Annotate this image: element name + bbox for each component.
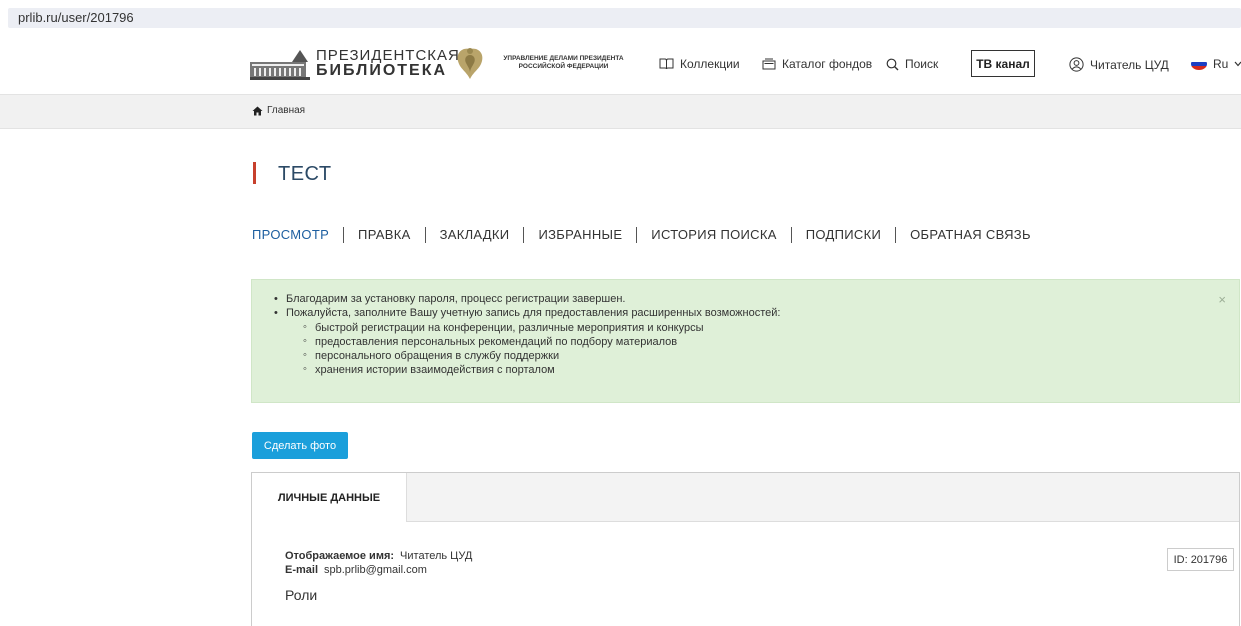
display-name-label: Отображаемое имя: <box>285 550 395 562</box>
site-header: ПРЕЗИДЕНТСКАЯ БИБЛИОТЕКА УПРАВЛЕНИЕ ДЕЛА… <box>0 34 1241 94</box>
email-label: E-mail <box>285 564 319 576</box>
logo-title-line2: БИБЛИОТЕКА <box>316 62 448 79</box>
tab-personal-data[interactable]: ЛИЧНЫЕ ДАННЫЕ <box>252 473 407 522</box>
personal-data-panel: ЛИЧНЫЕ ДАННЫЕ Отображаемое имя: Читатель … <box>251 472 1240 626</box>
tab-subscriptions[interactable]: ПОДПИСКИ <box>790 227 895 243</box>
tab-edit[interactable]: ПРАВКА <box>343 227 425 243</box>
flag-icon <box>1191 58 1207 70</box>
nav-search-label: Поиск <box>905 57 939 71</box>
display-name-value: Читатель ЦУД <box>400 550 473 562</box>
breadcrumb: Главная <box>0 94 1241 129</box>
take-photo-button[interactable]: Сделать фото <box>252 432 348 459</box>
nav-catalog-label: Каталог фондов <box>782 57 873 71</box>
url-field[interactable]: prlib.ru/user/201796 <box>8 8 1241 28</box>
home-icon <box>252 106 263 115</box>
tv-channel-button[interactable]: ТВ канал <box>971 50 1035 77</box>
tab-search-history[interactable]: ИСТОРИЯ ПОИСКА <box>636 227 790 243</box>
user-name: Читатель ЦУД <box>1090 57 1169 72</box>
email-value: spb.prlib@gmail.com <box>324 564 427 576</box>
catalog-icon <box>762 58 776 70</box>
russia-emblem-icon <box>457 48 483 79</box>
title-accent-bar <box>253 162 256 184</box>
alert-item: Пожалуйста, заполните Вашу учетную запис… <box>274 306 780 321</box>
nav-collections[interactable]: Коллекции <box>659 57 740 71</box>
alert-item: Благодарим за установку пароля, процесс … <box>274 292 780 307</box>
roles-heading: Роли <box>285 587 318 603</box>
alert-subitem: быстрой регистрации на конференции, разл… <box>286 320 780 335</box>
breadcrumb-home[interactable]: Главная <box>252 105 305 116</box>
alert-subitem: предоставления персональных рекомендаций… <box>286 334 780 349</box>
presidential-administration-text: УПРАВЛЕНИЕ ДЕЛАМИ ПРЕЗИДЕНТА РОССИЙСКОЙ … <box>496 55 631 71</box>
profile-tabs: ПРОСМОТР ПРАВКА ЗАКЛАДКИ ИЗБРАННЫЕ ИСТОР… <box>252 227 1045 243</box>
search-icon <box>886 58 899 70</box>
tab-feedback[interactable]: ОБРАТНАЯ СВЯЗЬ <box>895 227 1045 243</box>
tab-bookmarks[interactable]: ЗАКЛАДКИ <box>424 227 524 243</box>
close-icon[interactable]: × <box>1218 292 1226 307</box>
user-menu[interactable]: Читатель ЦУД <box>1069 57 1169 72</box>
url-text: prlib.ru/user/201796 <box>18 10 134 25</box>
tab-view[interactable]: ПРОСМОТР <box>252 227 343 243</box>
admin-line2: РОССИЙСКОЙ ФЕДЕРАЦИИ <box>518 63 609 70</box>
nav-catalog[interactable]: Каталог фондов <box>762 57 872 71</box>
admin-line1: УПРАВЛЕНИЕ ДЕЛАМИ ПРЕЗИДЕНТА <box>503 55 624 62</box>
email-row: E-mail spb.prlib@gmail.com <box>285 564 427 576</box>
language-label: Ru <box>1213 57 1229 71</box>
breadcrumb-home-label: Главная <box>267 105 306 116</box>
tab-favorites[interactable]: ИЗБРАННЫЕ <box>523 227 636 243</box>
browser-address-bar[interactable]: prlib.ru/user/201796 <box>0 0 1241 34</box>
display-name-row: Отображаемое имя: Читатель ЦУД <box>285 550 472 562</box>
alert-subitem: хранения истории взаимодействия с портал… <box>286 362 780 377</box>
page-title: ТЕСТ <box>278 163 332 185</box>
user-icon <box>1069 57 1084 72</box>
chevron-down-icon <box>1234 61 1241 67</box>
success-alert: Благодарим за установку пароля, процесс … <box>251 279 1240 403</box>
nav-collections-label: Коллекции <box>680 57 740 71</box>
nav-search[interactable]: Поиск <box>886 57 938 71</box>
book-icon <box>659 58 674 70</box>
library-building-logo[interactable] <box>250 48 310 80</box>
alert-subitem: персонального обращения в службу поддерж… <box>286 348 780 363</box>
user-id-badge: ID: 201796 <box>1167 548 1234 571</box>
language-selector[interactable]: Ru <box>1191 57 1241 71</box>
alert-list: Благодарим за установку пароля, процесс … <box>274 292 780 378</box>
